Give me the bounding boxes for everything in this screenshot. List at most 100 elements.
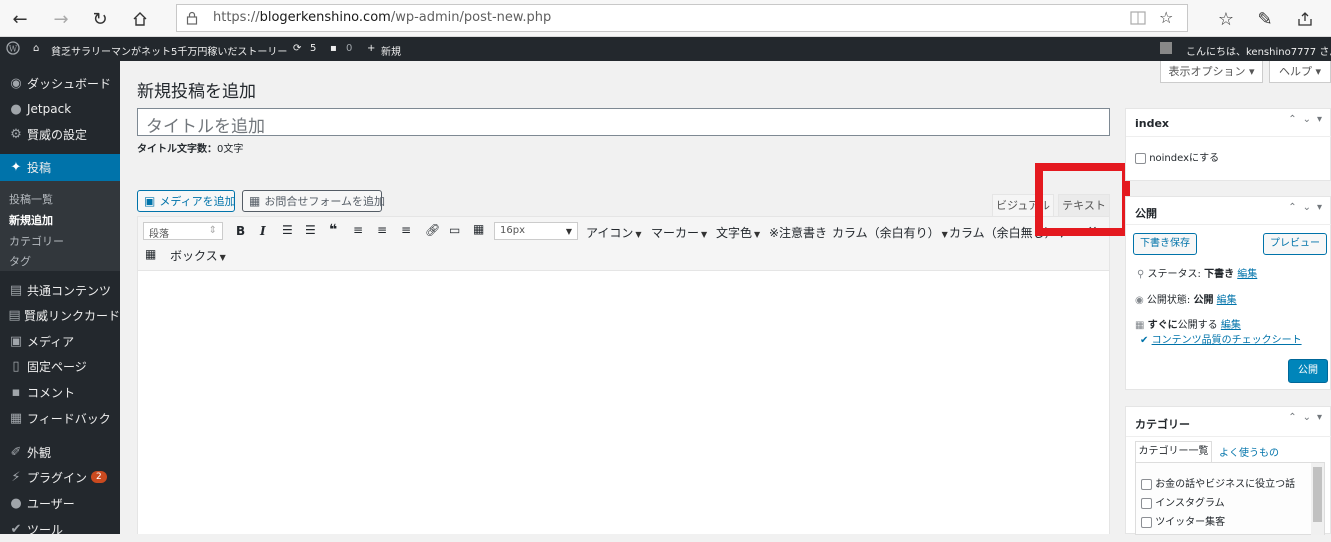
pen-icon[interactable]: ✎	[1253, 7, 1277, 31]
new-content-link[interactable]: 新規	[381, 43, 401, 58]
home-icon[interactable]	[128, 7, 152, 31]
icon-menu[interactable]: アイコン ▼	[586, 224, 642, 241]
box-arrows-icon[interactable]: ⌃⌄▾	[1288, 114, 1328, 125]
address-bar[interactable]: https://blogerkenshino.com/wp-admin/post…	[176, 4, 1188, 32]
browser-toolbar: ← → ↻ https://blogerkenshino.com/wp-admi…	[0, 0, 1331, 37]
add-contact-form-button[interactable]: ▦ お問合せフォームを追加	[242, 190, 385, 212]
category-item[interactable]: お金の話やビジネスに役立つ話	[1141, 475, 1295, 490]
category-box-header[interactable]: カテゴリー ⌃⌄▾	[1126, 407, 1331, 437]
format-select[interactable]: 段落 ⇕	[143, 222, 223, 240]
wordpress-logo-icon[interactable]: W	[6, 41, 20, 55]
menu-keni-settings[interactable]: ⚙ 賢威の設定	[0, 121, 120, 147]
menu-media[interactable]: ▣ メディア	[0, 328, 120, 354]
menu-dashboard[interactable]: ◉ ダッシュボード	[0, 70, 120, 96]
menu-plugins[interactable]: ⚡ プラグイン 2	[0, 464, 120, 490]
category-scrollbar[interactable]	[1311, 463, 1324, 535]
highlight-box	[1035, 163, 1130, 236]
screen-options-button[interactable]: 表示オプション ▾	[1160, 61, 1263, 83]
pin-icon: ⚲	[1137, 269, 1145, 280]
favorite-star-icon[interactable]: ☆	[1159, 8, 1173, 27]
tab-all-categories[interactable]: カテゴリー一覧	[1135, 441, 1212, 462]
menu-common-content[interactable]: ▤ 共通コンテンツ	[0, 277, 120, 303]
marker-menu[interactable]: マーカー ▼	[651, 224, 707, 241]
menu-tools[interactable]: ✔ ツール	[0, 516, 120, 542]
comment-icon: ▪	[11, 384, 21, 400]
menu-pages[interactable]: ▯ 固定ページ	[0, 353, 120, 379]
add-media-button[interactable]: ▣ メディアを追加	[137, 190, 236, 212]
schedule-row: ▦ すぐに公開する 編集	[1135, 320, 1241, 331]
status-edit-link[interactable]: 編集	[1237, 269, 1257, 280]
feedback-icon: ▦	[9, 410, 23, 426]
checklist-row: ✔ コンテンツ品質のチェックシート	[1140, 331, 1302, 346]
post-title-input[interactable]: タイトルを追加	[137, 108, 1110, 137]
forward-icon[interactable]: →	[49, 7, 73, 31]
menu-feedback[interactable]: ▦ フィードバック	[0, 405, 120, 431]
index-box-title: index	[1135, 117, 1170, 130]
menu-comments[interactable]: ▪ コメント	[0, 379, 120, 405]
align-center-icon[interactable]: ≡	[377, 223, 387, 237]
site-name[interactable]: 貧乏サラリーマンがネット5千万円稼いだストーリー	[51, 43, 287, 58]
publish-box-header[interactable]: 公開 ⌃⌄▾	[1126, 197, 1331, 225]
link-icon[interactable]: 🔗︎	[425, 223, 440, 237]
bullet-list-icon[interactable]: ☰	[282, 223, 293, 237]
preview-button[interactable]: プレビュー	[1263, 233, 1327, 255]
text-color-menu[interactable]: 文字色 ▼	[716, 224, 760, 241]
menu-link-card[interactable]: ▤ 賢威リンクカード	[0, 302, 120, 328]
tab-popular-categories[interactable]: よく使うもの	[1219, 444, 1279, 459]
title-char-count: タイトル文字数：0文字	[137, 144, 244, 155]
read-more-icon[interactable]: ▭	[449, 223, 460, 237]
column-margin-menu[interactable]: カラム（余白有り） ▼	[832, 224, 948, 241]
noindex-checkbox[interactable]: noindexにする	[1135, 149, 1219, 164]
comments-count[interactable]: 0	[346, 43, 352, 54]
font-size-select[interactable]: 16px ▼	[494, 222, 578, 240]
back-icon[interactable]: ←	[8, 7, 32, 31]
new-plus-icon: +	[367, 43, 376, 54]
submenu-add-new[interactable]: 新規追加	[9, 212, 53, 228]
updates-icon[interactable]: ⟳	[293, 43, 301, 54]
menu-users[interactable]: ● ユーザー	[0, 490, 120, 516]
italic-icon[interactable]: I	[260, 224, 266, 238]
menu-jetpack[interactable]: ● Jetpack	[0, 96, 120, 122]
box-arrows-icon[interactable]: ⌃⌄▾	[1288, 202, 1328, 213]
checklist-link[interactable]: コンテンツ品質のチェックシート	[1152, 335, 1302, 346]
schedule-edit-link[interactable]: 編集	[1221, 320, 1241, 331]
user-greeting[interactable]: こんにちは、kenshino7777 さん	[1186, 43, 1331, 58]
comments-icon[interactable]: ▪	[330, 43, 337, 54]
reading-view-icon[interactable]	[1130, 11, 1146, 25]
blockquote-icon[interactable]: ❝	[329, 222, 337, 238]
noindex-label: noindexにする	[1149, 153, 1220, 164]
media-icon: ▣	[9, 333, 23, 349]
editor-content-area[interactable]	[138, 272, 1109, 534]
category-item[interactable]: インスタグラム	[1141, 494, 1225, 509]
publish-button[interactable]: 公開	[1288, 359, 1328, 383]
align-left-icon[interactable]: ≡	[353, 223, 363, 237]
user-icon: ●	[10, 495, 22, 511]
menu-appearance[interactable]: ✐ 外観	[0, 439, 120, 465]
box-menu[interactable]: ボックス ▼	[170, 247, 226, 264]
submenu-tags[interactable]: タグ	[9, 253, 31, 269]
gear-icon: ⚙	[10, 126, 22, 142]
category-item[interactable]: ツイッター集客	[1141, 513, 1225, 528]
media-icon: ▣	[144, 194, 156, 208]
plugin-icon: ⚡	[11, 469, 21, 485]
category-list: お金の話やビジネスに役立つ話 インスタグラム ツイッター集客	[1135, 462, 1325, 535]
index-box-header[interactable]: index ⌃⌄▾	[1126, 109, 1331, 137]
save-draft-button[interactable]: 下書き保存	[1133, 233, 1197, 255]
numbered-list-icon[interactable]: ☰	[305, 223, 316, 237]
updates-count[interactable]: 5	[310, 43, 316, 54]
submenu-all-posts[interactable]: 投稿一覧	[9, 191, 53, 207]
submenu-categories[interactable]: カテゴリー	[9, 233, 64, 249]
bold-icon[interactable]: B	[236, 224, 245, 238]
visibility-edit-link[interactable]: 編集	[1217, 295, 1237, 306]
toolbar-toggle-icon[interactable]: ▦	[473, 222, 484, 236]
avatar[interactable]	[1160, 42, 1172, 54]
favorites-icon[interactable]: ☆	[1214, 7, 1238, 31]
note-button[interactable]: ※注意書き	[769, 224, 827, 241]
align-right-icon[interactable]: ≡	[401, 223, 411, 237]
help-button[interactable]: ヘルプ ▾	[1269, 61, 1331, 83]
site-home-icon[interactable]: ⌂	[33, 43, 39, 54]
box-arrows-icon[interactable]: ⌃⌄▾	[1288, 412, 1328, 423]
reload-icon[interactable]: ↻	[88, 7, 112, 31]
share-icon[interactable]	[1293, 7, 1317, 31]
menu-posts[interactable]: ✦ 投稿	[0, 154, 120, 181]
